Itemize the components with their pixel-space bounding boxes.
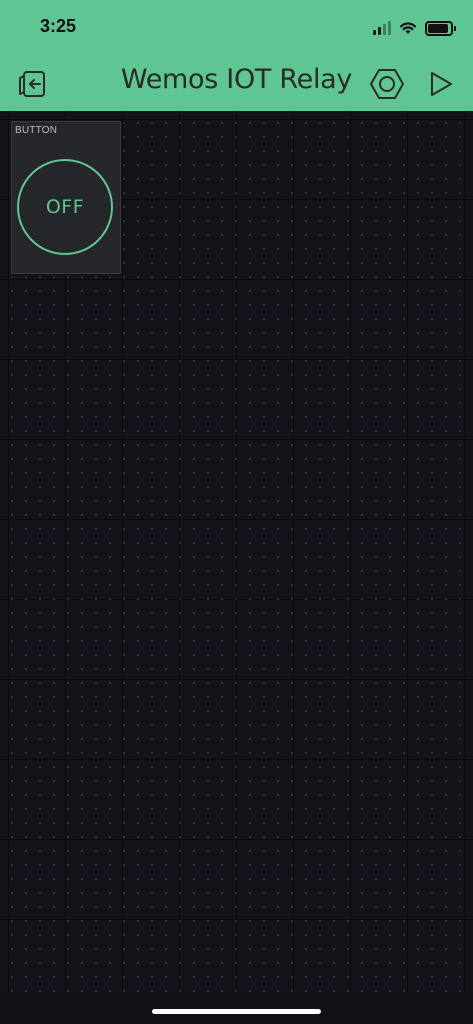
widget-label: BUTTON (15, 125, 58, 136)
top-bar: 3:25 Wemos IOT Relay (0, 0, 473, 111)
cellular-signal-icon (373, 21, 391, 35)
hexagon-settings-icon (370, 69, 404, 99)
home-indicator[interactable] (152, 1009, 321, 1014)
exit-icon (19, 71, 45, 97)
play-icon (431, 72, 452, 96)
button-state-label: OFF (45, 196, 85, 218)
settings-button[interactable] (369, 66, 405, 102)
wifi-icon (399, 22, 417, 34)
battery-icon (425, 20, 456, 36)
back-button[interactable] (15, 66, 51, 102)
status-time: 3:25 (40, 16, 77, 36)
app-screen: 3:25 Wemos IOT Relay BUTTON OFF (0, 0, 473, 1024)
play-button[interactable] (423, 66, 459, 102)
relay-toggle-button[interactable]: OFF (17, 159, 113, 255)
button-widget[interactable]: BUTTON OFF (11, 121, 121, 274)
status-icons (373, 18, 456, 38)
page-title: Wemos IOT Relay (120, 64, 353, 95)
